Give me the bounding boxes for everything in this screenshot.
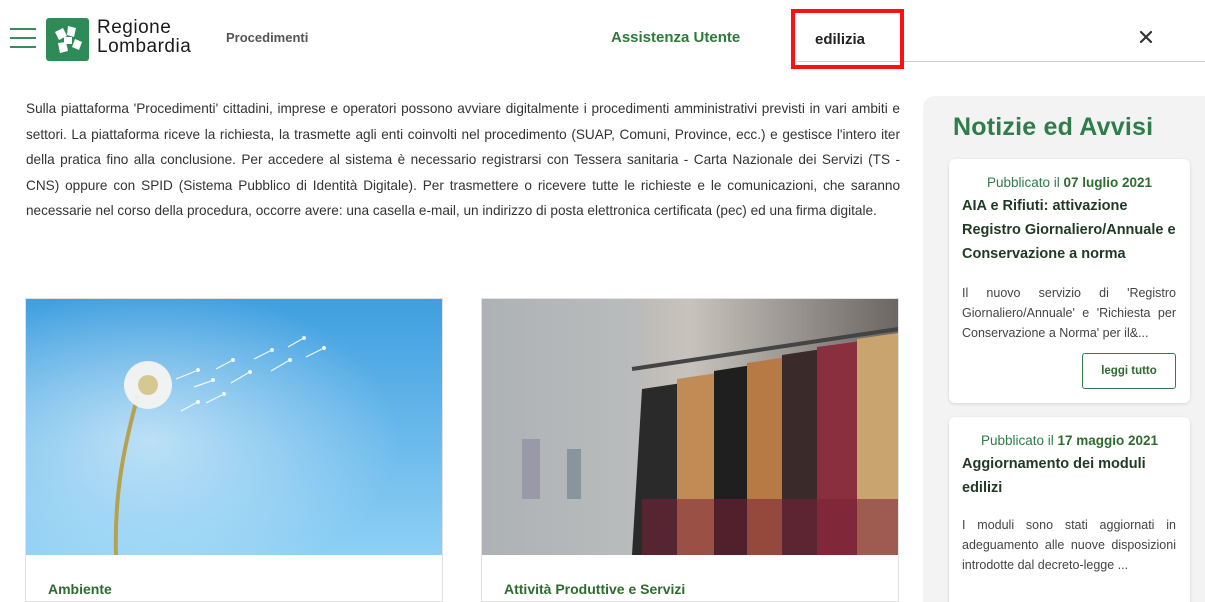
header: Regione Lombardia Procedimenti Assistenz…: [0, 0, 1205, 75]
card-title: Ambiente: [48, 581, 112, 597]
category-card-ambiente[interactable]: Ambiente: [25, 298, 443, 602]
brand-name[interactable]: Regione Lombardia: [97, 18, 192, 57]
news-date: Pubblicato il 17 maggio 2021: [949, 433, 1190, 448]
news-date-value: 07 luglio 2021: [1063, 175, 1153, 190]
news-description: I moduli sono stati aggiornati in adegua…: [962, 518, 1176, 572]
regione-lombardia-logo-icon[interactable]: [46, 18, 89, 61]
nav-procedimenti[interactable]: Procedimenti: [226, 30, 308, 45]
dandelion-sky-image: [26, 299, 442, 555]
clothing-rack-image: [482, 299, 898, 555]
card-title: Attività Produttive e Servizi: [504, 581, 686, 597]
close-icon[interactable]: [1137, 28, 1155, 46]
news-title[interactable]: AIA e Rifiuti: attivazione Registro Gior…: [962, 194, 1178, 266]
hamburger-menu-icon[interactable]: [10, 28, 36, 50]
news-description: Il nuovo servizio di 'Registro Giornalie…: [962, 286, 1176, 340]
news-date-prefix: Pubblicato il: [980, 433, 1054, 448]
brand-line-2: Lombardia: [97, 36, 192, 57]
search-input[interactable]: [815, 28, 1095, 50]
category-card-attivita-produttive[interactable]: Attività Produttive e Servizi: [481, 298, 899, 602]
news-item: Pubblicato il 17 maggio 2021 Aggiornamen…: [949, 417, 1190, 602]
news-date: Pubblicato il 07 luglio 2021: [949, 175, 1190, 190]
nav-assistenza-utente[interactable]: Assistenza Utente: [611, 29, 740, 46]
intro-text: Sulla piattaforma 'Procedimenti' cittadi…: [26, 101, 900, 218]
news-title[interactable]: Aggiornamento dei moduli edilizi: [962, 452, 1178, 500]
news-date-prefix: Pubblicato il: [986, 175, 1060, 190]
news-date-value: 17 maggio 2021: [1057, 433, 1159, 448]
sidebar-title: Notizie ed Avvisi: [953, 113, 1154, 141]
read-more-button[interactable]: leggi tutto: [1082, 353, 1176, 389]
news-item: Pubblicato il 07 luglio 2021 AIA e Rifiu…: [949, 159, 1190, 403]
